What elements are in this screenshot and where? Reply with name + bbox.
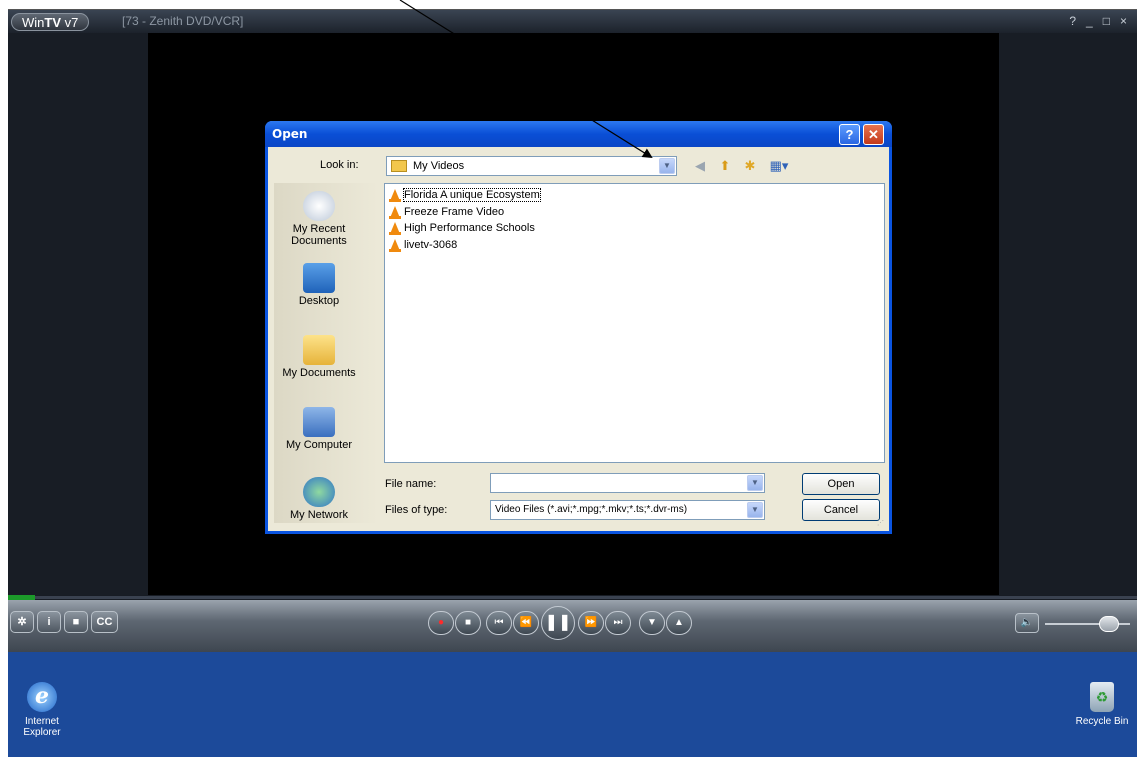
place-label: Desktop <box>298 295 340 307</box>
help-icon[interactable]: ? <box>1069 14 1076 28</box>
files-of-type-value: Video Files (*.avi;*.mpg;*.mkv;*.ts;*.dv… <box>495 504 688 515</box>
network-globe-icon <box>303 477 335 507</box>
chevron-down-icon[interactable]: ▼ <box>747 502 763 518</box>
file-name: Florida A unique Ecosystem <box>403 188 541 202</box>
desktop-icon-label: Recycle Bin <box>1075 716 1129 727</box>
volume-slider-knob[interactable] <box>1099 616 1119 632</box>
logo-text-tv: TV <box>44 15 62 30</box>
chevron-down-icon[interactable]: ▼ <box>659 158 675 174</box>
seek-bar[interactable] <box>35 596 1137 599</box>
dialog-titlebar: Open ? ✕ <box>265 121 892 147</box>
computer-icon <box>303 407 335 437</box>
back-icon[interactable]: ◀ <box>691 157 709 175</box>
place-my-network[interactable]: My Network <box>274 477 364 521</box>
list-item[interactable]: livetv-3068 <box>389 237 457 253</box>
wintv-titlebar: WinTV v7 [73 - Zenith DVD/VCR] ? _ □ × <box>8 9 1137 33</box>
view-menu-icon[interactable]: ▦▾ <box>766 157 792 175</box>
up-folder-icon[interactable]: ⬆ <box>716 157 734 175</box>
list-item[interactable]: Florida A unique Ecosystem <box>389 187 541 203</box>
desktop-icon <box>303 263 335 293</box>
closed-caption-button[interactable]: CC <box>91 611 118 633</box>
logo-text-win: Win <box>22 15 45 30</box>
vlc-file-icon <box>389 221 401 235</box>
wintv-logo[interactable]: WinTV v7 <box>11 13 90 31</box>
control-bar: ✲ i ■ CC ● ■ ⏮ ⏪ ❚❚ ⏩ ⏭ ▼ ▲ 🔈 <box>8 600 1137 652</box>
vlc-file-icon <box>389 238 401 252</box>
next-button[interactable]: ⏭ <box>605 611 631 635</box>
documents-folder-icon <box>303 335 335 365</box>
clock-document-icon <box>303 191 335 221</box>
look-in-value: My Videos <box>413 160 465 172</box>
maximize-icon[interactable]: □ <box>1103 14 1110 28</box>
recycle-bin-icon: ♻ <box>1090 682 1114 712</box>
snapshot-button[interactable]: ■ <box>64 611 88 633</box>
place-desktop[interactable]: Desktop <box>274 263 364 307</box>
file-name-label: File name: <box>385 478 437 490</box>
place-label: My Recent Documents <box>291 223 347 247</box>
internet-explorer-icon: e <box>27 682 57 712</box>
chevron-down-icon[interactable]: ▼ <box>747 475 763 491</box>
look-in-label: Look in: <box>320 159 359 171</box>
files-of-type-dropdown[interactable]: Video Files (*.avi;*.mpg;*.mkv;*.ts;*.dv… <box>490 500 765 520</box>
open-button[interactable]: Open <box>802 473 880 495</box>
previous-button[interactable]: ⏮ <box>486 611 512 635</box>
look-in-dropdown[interactable]: My Videos ▼ <box>386 156 677 176</box>
dialog-title: Open <box>272 127 308 141</box>
desktop-icon-internet-explorer[interactable]: e Internet Explorer <box>12 682 72 738</box>
close-icon[interactable]: × <box>1120 14 1127 28</box>
window-title: [73 - Zenith DVD/VCR] <box>122 14 244 28</box>
files-of-type-label: Files of type: <box>385 504 448 516</box>
file-list[interactable]: Florida A unique Ecosystem Freeze Frame … <box>384 183 885 463</box>
vlc-file-icon <box>389 205 401 219</box>
rewind-button[interactable]: ⏪ <box>513 611 539 635</box>
record-button[interactable]: ● <box>428 611 454 635</box>
place-label: My Documents <box>282 367 356 379</box>
place-my-documents[interactable]: My Documents <box>274 335 364 379</box>
new-folder-icon[interactable]: ✱ <box>741 157 759 175</box>
dialog-help-button[interactable]: ? <box>839 124 860 145</box>
file-name-field[interactable]: ▼ <box>490 473 765 493</box>
screen: WinTV v7 [73 - Zenith DVD/VCR] ? _ □ × ✲… <box>0 0 1145 757</box>
minimize-icon[interactable]: _ <box>1086 14 1093 28</box>
cancel-button[interactable]: Cancel <box>802 499 880 521</box>
transport-controls: ● ■ ⏮ ⏪ ❚❚ ⏩ ⏭ ▼ ▲ <box>424 606 724 640</box>
fast-forward-button[interactable]: ⏩ <box>578 611 604 635</box>
dialog-toolbar: ◀ ⬆ ✱ ▦▾ <box>691 157 792 175</box>
list-item[interactable]: High Performance Schools <box>389 220 535 236</box>
place-my-computer[interactable]: My Computer <box>274 407 364 451</box>
channel-down-button[interactable]: ▼ <box>639 611 665 635</box>
resize-grip-icon[interactable]: ⋰ <box>877 519 887 529</box>
places-bar: My Recent Documents Desktop My Documents… <box>274 183 378 523</box>
place-label: My Computer <box>285 439 353 451</box>
desktop-icon-recycle-bin[interactable]: ♻ Recycle Bin <box>1072 682 1132 727</box>
place-label: My Network <box>289 509 349 521</box>
list-item[interactable]: Freeze Frame Video <box>389 204 504 220</box>
file-name: Freeze Frame Video <box>404 206 505 218</box>
logo-text-version: v7 <box>61 15 79 30</box>
vlc-file-icon <box>389 188 401 202</box>
file-name: livetv-3068 <box>404 239 458 251</box>
settings-button[interactable]: ✲ <box>10 611 34 633</box>
volume-icon[interactable]: 🔈 <box>1015 613 1039 633</box>
open-dialog: Open ? ✕ Look in: My Videos ▼ ◀ ⬆ ✱ ▦▾ M… <box>265 121 892 534</box>
dialog-close-button[interactable]: ✕ <box>863 124 884 145</box>
pause-button[interactable]: ❚❚ <box>541 606 575 640</box>
window-controls: ? _ □ × <box>1069 14 1127 28</box>
file-name: High Performance Schools <box>404 222 535 234</box>
channel-up-button[interactable]: ▲ <box>666 611 692 635</box>
place-my-recent-documents[interactable]: My Recent Documents <box>274 191 364 247</box>
info-button[interactable]: i <box>37 611 61 633</box>
stop-button[interactable]: ■ <box>455 611 481 635</box>
desktop-icon-label: Internet Explorer <box>23 716 61 738</box>
folder-icon <box>391 160 407 172</box>
desktop: e Internet Explorer ♻ Recycle Bin <box>8 652 1137 757</box>
